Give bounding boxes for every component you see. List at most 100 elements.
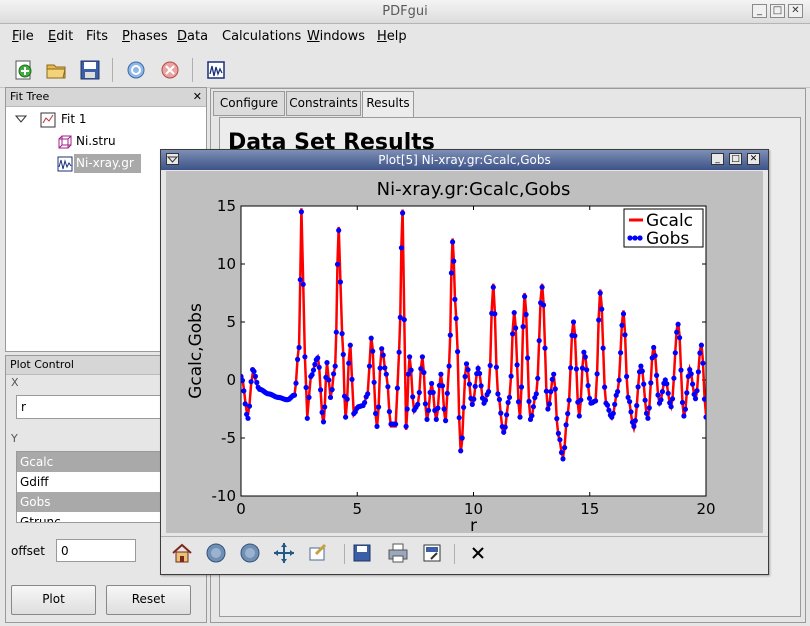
gobs-point xyxy=(316,364,322,370)
gobs-point xyxy=(370,348,376,354)
legend-gobs-marker xyxy=(627,235,633,241)
subplot-config-icon[interactable] xyxy=(305,540,331,566)
menu-file[interactable]: File xyxy=(12,29,34,44)
legend-gobs-marker xyxy=(637,235,643,241)
gobs-point xyxy=(252,373,258,379)
gobs-point xyxy=(318,387,324,393)
back-icon[interactable] xyxy=(203,540,229,566)
gobs-point xyxy=(365,391,371,397)
gobs-point xyxy=(518,384,525,390)
print-icon[interactable] xyxy=(385,540,411,566)
menu-help[interactable]: Help xyxy=(377,29,407,44)
run-icon[interactable] xyxy=(124,58,148,82)
tree-item-fit-1[interactable]: Fit 1 xyxy=(61,112,87,126)
menu-fits[interactable]: Fits xyxy=(86,29,108,44)
gobs-point xyxy=(495,391,501,397)
close-icon[interactable] xyxy=(465,540,491,566)
plot-button[interactable]: Plot xyxy=(11,585,96,615)
gobs-point xyxy=(466,381,472,387)
gobs-point xyxy=(619,322,625,328)
quick-plot-icon[interactable] xyxy=(204,58,228,82)
collapse-arrow-icon[interactable] xyxy=(14,113,28,125)
gobs-point xyxy=(448,270,454,276)
gobs-point xyxy=(514,362,520,368)
gobs-point xyxy=(600,345,606,351)
structure-icon xyxy=(57,134,73,150)
gobs-point xyxy=(293,380,299,386)
gobs-point xyxy=(394,385,400,391)
gobs-point xyxy=(322,404,328,410)
gobs-point xyxy=(562,445,568,451)
y-tick-label: 15 xyxy=(217,197,236,215)
gobs-point xyxy=(251,368,257,374)
tree-item-ni-stru[interactable]: Ni.stru xyxy=(76,134,116,148)
y-axis-list[interactable]: Gcalc Gdiff Gobs Gtrunc xyxy=(16,451,161,523)
gobs-point xyxy=(526,398,532,404)
menu-calculations[interactable]: Calculations xyxy=(222,29,301,44)
export-icon[interactable] xyxy=(419,540,445,566)
fit-icon xyxy=(40,112,56,128)
home-icon[interactable] xyxy=(169,540,195,566)
gobs-point xyxy=(336,227,342,233)
gobs-point xyxy=(641,381,647,387)
gobs-point xyxy=(645,415,651,421)
gobs-point xyxy=(631,423,637,429)
reset-button[interactable]: Reset xyxy=(106,585,191,615)
stop-icon[interactable] xyxy=(158,58,182,82)
open-folder-icon[interactable] xyxy=(44,58,68,82)
gobs-point xyxy=(679,399,686,406)
dataset-icon xyxy=(57,156,73,172)
gobs-point xyxy=(444,390,450,396)
save-figure-icon[interactable] xyxy=(349,540,375,566)
close-button[interactable]: ✕ xyxy=(747,153,760,165)
gobs-point xyxy=(380,352,386,358)
gobs-point xyxy=(433,416,439,422)
gobs-point xyxy=(682,406,689,412)
maximize-button[interactable]: □ xyxy=(729,153,742,165)
close-icon[interactable]: ✕ xyxy=(193,88,202,106)
menu-windows[interactable]: Windows xyxy=(307,29,365,44)
pan-icon[interactable] xyxy=(271,540,297,566)
menu-data[interactable]: Data xyxy=(177,29,208,44)
gobs-point xyxy=(502,424,508,430)
minimize-button[interactable]: _ xyxy=(752,4,767,18)
gobs-point xyxy=(698,342,705,348)
gobs-point xyxy=(540,302,547,308)
list-item[interactable]: Gtrunc xyxy=(17,512,160,522)
tree-item-ni-xray-gr[interactable]: Ni-xray.gr xyxy=(74,154,141,173)
toolbar-separator xyxy=(454,544,455,564)
maximize-button[interactable]: □ xyxy=(770,4,785,18)
new-fit-icon[interactable] xyxy=(12,58,36,82)
forward-icon[interactable] xyxy=(237,540,263,566)
toolbar-separator xyxy=(112,58,113,82)
gobs-point xyxy=(695,369,702,375)
minimize-button[interactable]: _ xyxy=(711,153,724,165)
x-axis-input[interactable] xyxy=(16,395,161,419)
gobs-point xyxy=(496,396,502,403)
gobs-point xyxy=(246,403,253,409)
gobs-point xyxy=(658,397,664,403)
tab-configure[interactable]: Configure xyxy=(213,91,285,116)
gobs-point xyxy=(565,411,571,417)
list-item[interactable]: Gdiff xyxy=(17,472,160,492)
tab-constraints[interactable]: Constraints xyxy=(286,91,361,116)
gobs-point xyxy=(624,373,630,380)
gobs-point xyxy=(513,325,519,331)
gobs-point xyxy=(347,342,353,348)
list-item[interactable]: Gcalc xyxy=(17,452,160,472)
save-icon[interactable] xyxy=(78,58,102,82)
tab-results[interactable]: Results xyxy=(362,91,414,118)
menu-edit[interactable]: Edit xyxy=(48,29,73,44)
close-button[interactable]: ✕ xyxy=(788,4,803,18)
gobs-point xyxy=(620,311,627,317)
gobs-point xyxy=(478,383,484,389)
offset-input[interactable] xyxy=(56,539,136,562)
offset-label: offset xyxy=(11,544,45,558)
gobs-point xyxy=(327,394,334,400)
y-axis-label: Gcalc,Gobs xyxy=(186,303,206,399)
list-item[interactable]: Gobs xyxy=(17,492,160,512)
gobs-point xyxy=(612,401,618,407)
menu-phases[interactable]: Phases xyxy=(122,29,168,44)
gobs-point xyxy=(539,284,545,290)
gobs-point xyxy=(324,360,330,366)
